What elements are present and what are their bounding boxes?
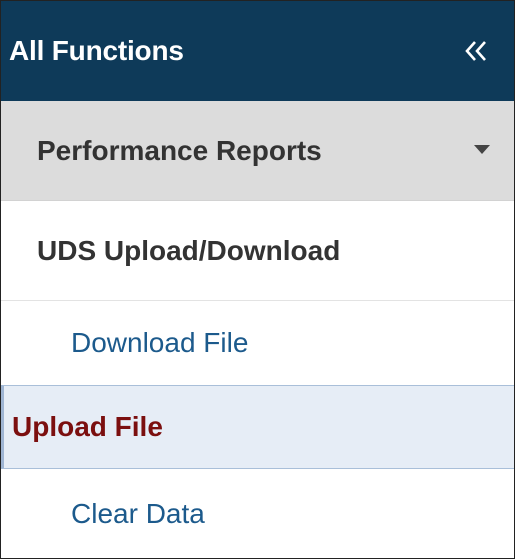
- submenu-item-clear-data[interactable]: Clear Data: [1, 469, 514, 558]
- sidebar-title: All Functions: [9, 35, 184, 66]
- functions-sidebar: All Functions Performance Reports UDS Up…: [0, 0, 515, 559]
- menu-group-label: UDS Upload/Download: [37, 234, 341, 266]
- caret-down-icon: [474, 142, 490, 160]
- collapse-sidebar-button[interactable]: [464, 39, 488, 63]
- menu-group-uds-upload-download[interactable]: UDS Upload/Download: [1, 201, 514, 301]
- submenu-item-upload-file[interactable]: Upload File: [1, 385, 514, 469]
- submenu-item-label: Download File: [71, 327, 249, 358]
- menu-item-performance-reports[interactable]: Performance Reports: [1, 101, 514, 201]
- double-chevron-left-icon: [464, 39, 488, 63]
- menu-item-label: Performance Reports: [37, 134, 322, 166]
- submenu-item-label: Clear Data: [71, 497, 205, 529]
- submenu-item-label: Upload File: [12, 411, 163, 442]
- sidebar-header: All Functions: [1, 1, 514, 101]
- submenu-item-download-file[interactable]: Download File: [1, 301, 514, 385]
